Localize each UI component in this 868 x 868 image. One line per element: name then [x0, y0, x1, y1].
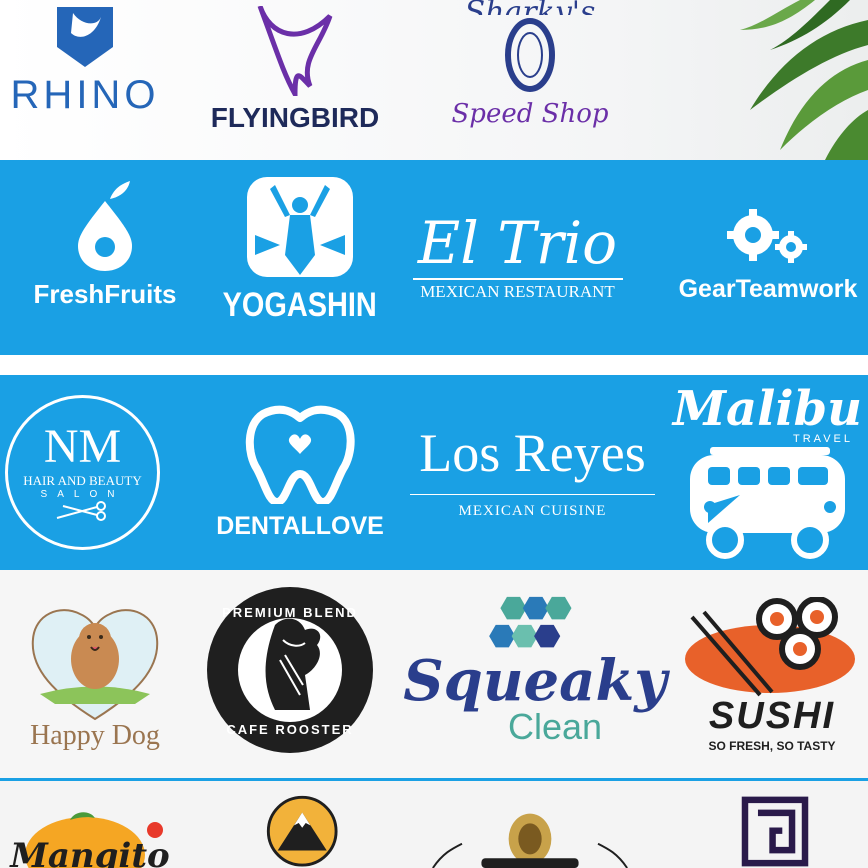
mangito-logo: Mangito	[5, 800, 175, 868]
happydog-wordmark: Happy Dog	[30, 719, 160, 751]
sushi-tagline: SO FRESH, SO TASTY	[708, 739, 836, 753]
eltrio-logo: El Trio MEXICAN RESTAURANT	[405, 195, 630, 320]
squeaky-subtitle: Clean	[507, 706, 603, 747]
nm-line2: SALON	[40, 489, 125, 500]
trumpet-logo	[420, 800, 640, 868]
yogashin-logo: YOGASHIN	[215, 170, 385, 330]
sharkys-subtitle: Speed Shop	[451, 98, 609, 129]
freshfruits-wordmark: FreshFruits	[33, 278, 177, 309]
gears-icon	[727, 208, 807, 263]
fruit-drop-icon	[78, 180, 132, 271]
rhino-shield-icon	[57, 7, 113, 67]
sushi-rolls-icon	[685, 597, 855, 697]
nm-initials: NM	[43, 420, 122, 473]
squeaky-logo: Squeaky Clean	[403, 595, 667, 747]
tooth-heart-icon	[245, 405, 355, 504]
rooster-logo: PREMIUM BLEND CAFE ROOSTER	[205, 585, 375, 755]
scissors-icon	[56, 501, 106, 521]
eltrio-wordmark: El Trio	[417, 208, 618, 277]
eltrio-rule	[412, 277, 623, 280]
mangito-wordmark: Mangito	[10, 836, 170, 868]
flyingbird-wordmark: FLYINGBIRD	[210, 102, 380, 133]
eltrio-subtitle: MEXICAN RESTAURANT	[420, 281, 615, 301]
hexagon-cluster-icon	[489, 596, 572, 648]
yoga-figure-icon	[247, 177, 353, 277]
mountain-logo	[240, 795, 365, 868]
losreyes-logo: Los Reyes MEXICAN CUISINE	[405, 415, 660, 530]
gearteam-wordmark: GearTeamwork	[678, 274, 858, 303]
dog-heart-icon	[31, 608, 159, 720]
freshfruits-logo: FreshFruits	[10, 170, 200, 320]
losreyes-wordmark: Los Reyes	[419, 422, 646, 483]
nm-salon-logo: NM HAIR AND BEAUTY SALON	[5, 395, 160, 550]
rhino-logo: RHINO	[0, 0, 170, 125]
sushi-logo: SUSHI SO FRESH, SO TASTY	[678, 590, 866, 760]
dentallove-wordmark: DENTALLOVE	[216, 512, 384, 540]
flyingbird-logo: FLYINGBIRD	[190, 0, 400, 140]
square-maze-icon	[741, 796, 809, 867]
happydog-logo: Happy Dog	[10, 585, 180, 765]
bird-icon	[257, 6, 333, 96]
trumpet-icon	[432, 813, 628, 868]
malibu-logo: Malibu TRAVEL	[670, 380, 865, 565]
mountain-badge-icon	[266, 795, 338, 867]
losreyes-subtitle: MEXICAN CUISINE	[458, 502, 607, 519]
malibu-wordmark: Malibu	[672, 381, 863, 437]
yogashin-wordmark: YOGASHIN	[222, 286, 378, 324]
squeaky-wordmark: Squeaky	[403, 648, 667, 714]
nm-line1: HAIR AND BEAUTY	[23, 473, 142, 488]
sharkys-title: Sharky's	[465, 0, 596, 15]
gearteam-logo: GearTeamwork	[668, 200, 868, 310]
square-maze-logo	[730, 795, 820, 868]
plant-leaves-icon	[740, 0, 868, 160]
losreyes-rule	[410, 493, 655, 495]
rooster-top-text: PREMIUM BLEND	[222, 605, 358, 620]
rooster-bottom-text: CAFE ROOSTER	[226, 722, 354, 737]
malibu-subtitle: TRAVEL	[793, 433, 853, 445]
shark-jaw-icon	[505, 17, 555, 92]
sushi-wordmark: SUSHI	[708, 695, 836, 737]
dentallove-logo: DENTALLOVE	[215, 395, 385, 550]
rhino-wordmark: RHINO	[10, 73, 160, 117]
van-icon	[690, 447, 845, 559]
separator	[0, 355, 868, 375]
sharkys-logo: Sharky's Speed Shop	[430, 0, 630, 145]
